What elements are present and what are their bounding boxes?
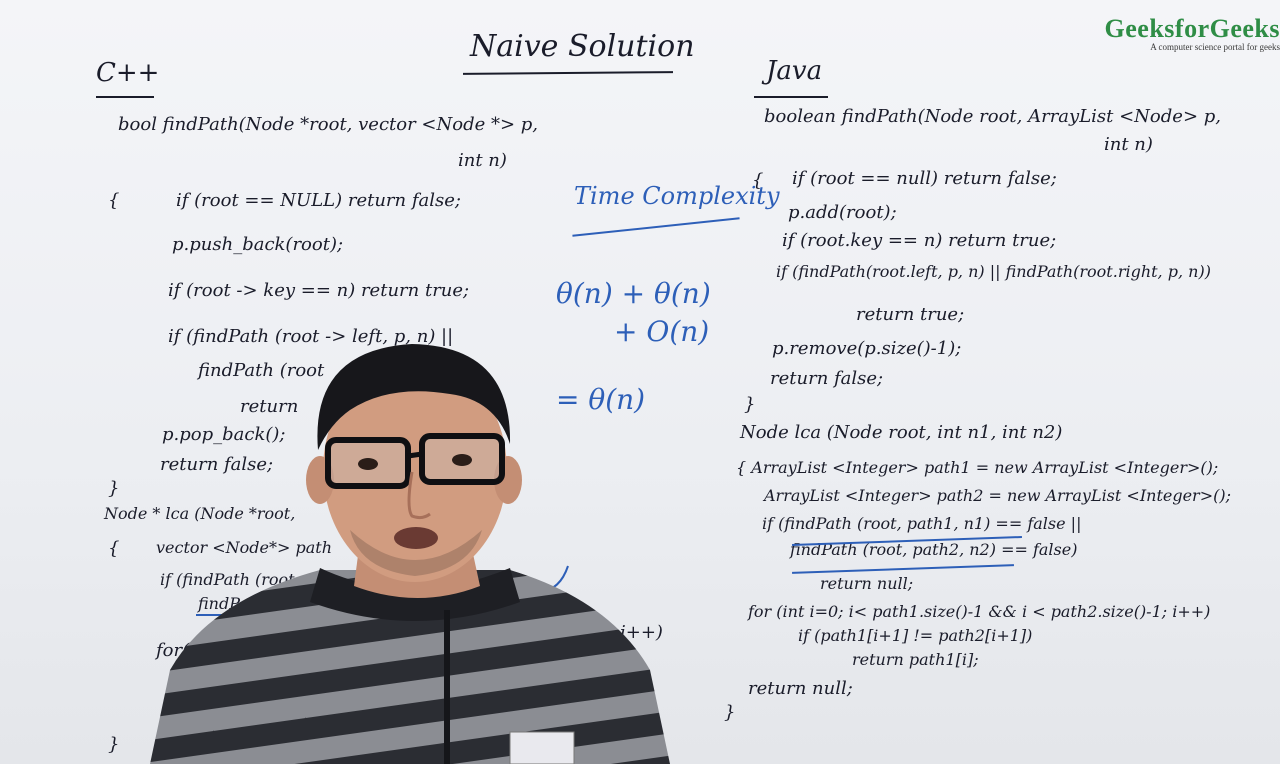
presenter-figure	[150, 344, 670, 764]
mouth	[394, 527, 438, 549]
java-label: Java	[766, 56, 823, 86]
id-badge	[509, 731, 575, 764]
java-line: p.add(root);	[788, 202, 897, 223]
cpp-line: p.push_back(root);	[172, 234, 344, 255]
whiteboard: GeeksforGeeks A computer science portal …	[0, 0, 1280, 764]
cpp-line: if (root == NULL) return false;	[176, 190, 461, 211]
java-line: return false;	[770, 368, 884, 389]
left-eye	[358, 458, 378, 470]
java-line: }	[724, 702, 736, 723]
java-line: ArrayList <Integer> path2 = new ArrayLis…	[764, 486, 1231, 505]
java-line: if (root.key == n) return true;	[782, 230, 1057, 251]
java-line: }	[744, 394, 756, 415]
java-line: int n)	[1104, 134, 1153, 155]
cpp-underline	[96, 96, 154, 98]
logo-name: GeeksforGeeks	[1104, 14, 1280, 43]
time-complexity-heading: Time Complexity	[574, 182, 780, 210]
cpp-line: {	[108, 538, 120, 559]
java-line: boolean findPath(Node root, ArrayList <N…	[764, 106, 1221, 127]
right-eye	[452, 454, 472, 466]
cpp-line: }	[108, 478, 120, 499]
java-line: p.remove(p.size()-1);	[772, 338, 962, 359]
cpp-line: int n)	[458, 150, 507, 171]
java-line: if (root == null) return false;	[792, 168, 1057, 189]
glasses-bridge	[407, 451, 423, 459]
java-line: if (findPath(root.left, p, n) || findPat…	[776, 262, 1211, 281]
java-underline	[754, 96, 828, 98]
cpp-line: }	[108, 734, 120, 755]
board-title: Naive Solution	[470, 29, 695, 64]
java-line: return null;	[820, 574, 914, 593]
cpp-line: bool findPath(Node *root, vector <Node *…	[118, 114, 539, 135]
java-line: if (findPath (root, path1, n1) == false …	[762, 514, 1082, 533]
java-line: {	[752, 170, 764, 191]
java-line: { ArrayList <Integer> path1 = new ArrayL…	[736, 458, 1219, 477]
geeksforgeeks-logo: GeeksforGeeks A computer science portal …	[1105, 14, 1280, 52]
zipper	[444, 610, 450, 764]
title-underline	[462, 71, 674, 75]
cpp-line: {	[108, 190, 120, 211]
java-line: for (int i=0; i< path1.size()-1 && i < p…	[748, 602, 1211, 621]
time-complexity-underline	[572, 217, 740, 237]
java-line: Node lca (Node root, int n1, int n2)	[740, 422, 1063, 443]
java-line: if (path1[i+1] != path2[i+1])	[798, 626, 1033, 645]
java-blue-underline-2	[792, 564, 1014, 574]
cpp-line: if (root -> key == n) return true;	[168, 280, 470, 301]
cpp-label: C++	[96, 58, 160, 88]
complexity-term-1: θ(n) + θ(n)	[556, 277, 711, 310]
java-line: return path1[i];	[852, 650, 979, 669]
java-line: return true;	[856, 304, 965, 325]
java-line: return null;	[748, 678, 853, 699]
